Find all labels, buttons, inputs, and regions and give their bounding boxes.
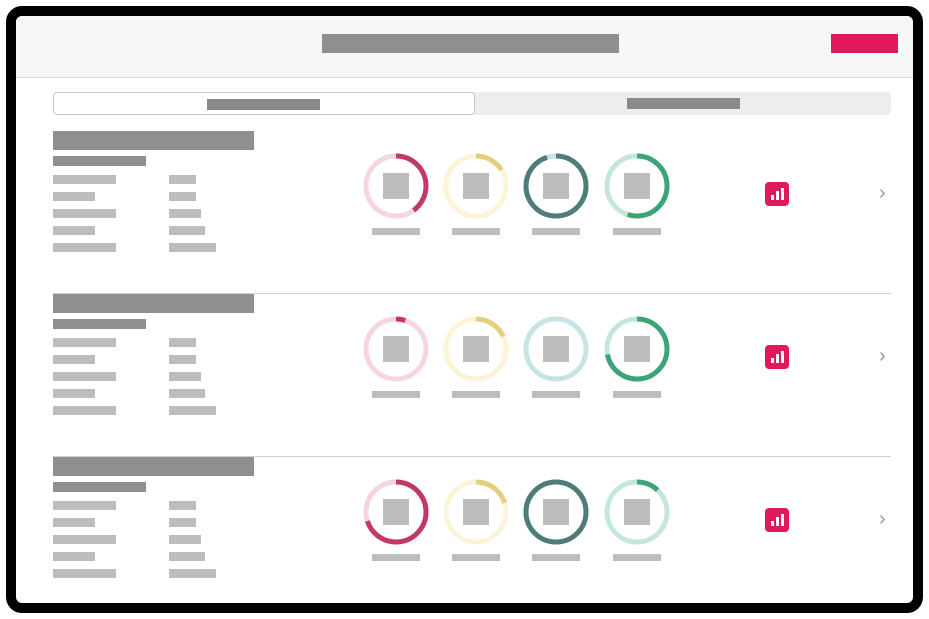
bar-chart-icon[interactable] <box>765 345 789 369</box>
ring-center-placeholder <box>383 336 409 362</box>
ring-caption-placeholder <box>532 391 580 398</box>
tab-switcher <box>53 92 891 115</box>
progress-ring <box>602 477 672 547</box>
bar-chart-icon-bar <box>770 521 774 526</box>
ring-caption-placeholder <box>613 228 661 235</box>
list-item[interactable]: › <box>53 457 893 603</box>
progress-ring <box>521 477 591 547</box>
ring-center-placeholder <box>624 499 650 525</box>
list-item[interactable]: › <box>53 131 891 294</box>
bar-chart-icon-bar <box>775 191 779 200</box>
ring-center-placeholder <box>543 336 569 362</box>
detail-label-placeholder <box>53 226 95 235</box>
detail-label-placeholder <box>53 338 116 347</box>
ring-center-placeholder <box>543 173 569 199</box>
bar-chart-icon[interactable] <box>765 182 789 206</box>
detail-value-placeholder <box>169 192 196 201</box>
detail-value-placeholder <box>169 406 216 415</box>
tab-label-placeholder <box>627 98 740 109</box>
ring-center-placeholder <box>543 499 569 525</box>
bar-chart-icon[interactable] <box>765 508 789 532</box>
detail-label-placeholder <box>53 406 116 415</box>
item-name-placeholder <box>53 294 254 313</box>
progress-ring <box>602 151 672 221</box>
tab-label-placeholder <box>207 99 320 110</box>
ring-caption-placeholder <box>532 554 580 561</box>
bar-chart-icon-bar <box>780 514 784 526</box>
ring-caption-placeholder <box>613 554 661 561</box>
detail-label-placeholder <box>53 355 95 364</box>
ring-center-placeholder <box>463 499 489 525</box>
tab-first[interactable] <box>53 92 475 115</box>
ring-center-placeholder <box>383 173 409 199</box>
progress-ring <box>602 314 672 384</box>
progress-ring <box>441 314 511 384</box>
ring-center-placeholder <box>383 499 409 525</box>
detail-label-placeholder <box>53 209 116 218</box>
ring-center-placeholder <box>463 336 489 362</box>
progress-ring <box>441 477 511 547</box>
ring-center-placeholder <box>624 336 650 362</box>
bar-chart-icon-bar <box>780 188 784 200</box>
detail-label-placeholder <box>53 552 95 561</box>
progress-ring <box>361 314 431 384</box>
detail-label-placeholder <box>53 192 95 201</box>
primary-action-button[interactable] <box>831 34 898 53</box>
item-subtitle-placeholder <box>53 156 146 166</box>
ring-caption-placeholder <box>372 554 420 561</box>
item-subtitle-placeholder <box>53 482 146 492</box>
bar-chart-icon-bar <box>775 354 779 363</box>
detail-label-placeholder <box>53 518 95 527</box>
detail-label-placeholder <box>53 372 116 381</box>
detail-value-placeholder <box>169 175 196 184</box>
detail-value-placeholder <box>169 226 205 235</box>
ring-caption-placeholder <box>613 391 661 398</box>
detail-label-placeholder <box>53 243 116 252</box>
page-title-placeholder <box>322 34 619 53</box>
progress-ring <box>361 477 431 547</box>
bar-chart-icon-bar <box>775 517 779 526</box>
detail-value-placeholder <box>169 355 196 364</box>
ring-caption-placeholder <box>452 554 500 561</box>
progress-ring <box>521 151 591 221</box>
detail-label-placeholder <box>53 569 116 578</box>
detail-value-placeholder <box>169 569 216 578</box>
ring-caption-placeholder <box>452 228 500 235</box>
detail-label-placeholder <box>53 535 116 544</box>
detail-value-placeholder <box>169 389 205 398</box>
header-bar <box>16 16 913 78</box>
tab-second[interactable] <box>475 92 891 115</box>
detail-value-placeholder <box>169 535 201 544</box>
ring-center-placeholder <box>463 173 489 199</box>
ring-caption-placeholder <box>452 391 500 398</box>
detail-value-placeholder <box>169 338 196 347</box>
bar-chart-icon-bar <box>780 351 784 363</box>
progress-ring <box>441 151 511 221</box>
ring-center-placeholder <box>624 173 650 199</box>
ring-caption-placeholder <box>372 228 420 235</box>
item-name-placeholder <box>53 457 254 476</box>
progress-ring <box>521 314 591 384</box>
chevron-right-icon[interactable]: › <box>879 346 893 366</box>
item-subtitle-placeholder <box>53 319 146 329</box>
detail-value-placeholder <box>169 243 216 252</box>
ring-caption-placeholder <box>532 228 580 235</box>
detail-label-placeholder <box>53 175 116 184</box>
detail-value-placeholder <box>169 518 196 527</box>
bar-chart-icon-bar <box>770 195 774 200</box>
progress-ring <box>361 151 431 221</box>
item-name-placeholder <box>53 131 254 150</box>
detail-label-placeholder <box>53 389 95 398</box>
app-window: › › › <box>6 6 923 613</box>
detail-value-placeholder <box>169 372 201 381</box>
detail-value-placeholder <box>169 552 205 561</box>
chevron-right-icon[interactable]: › <box>879 509 893 529</box>
bar-chart-icon-bar <box>770 358 774 363</box>
list-item[interactable]: › <box>53 294 891 457</box>
detail-value-placeholder <box>169 209 201 218</box>
chevron-right-icon[interactable]: › <box>879 183 893 203</box>
detail-label-placeholder <box>53 501 116 510</box>
ring-caption-placeholder <box>372 391 420 398</box>
detail-value-placeholder <box>169 501 196 510</box>
